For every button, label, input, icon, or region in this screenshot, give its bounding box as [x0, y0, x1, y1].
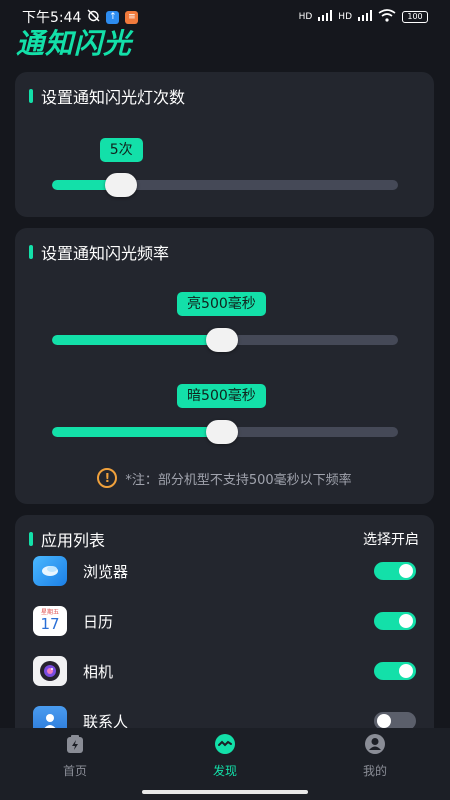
network-label: HD	[338, 12, 352, 22]
app-row-calendar[interactable]: 星期五 17 日历	[33, 605, 416, 637]
dark-duration-slider[interactable]: 暗500毫秒	[52, 384, 398, 444]
flash-count-track[interactable]	[52, 180, 398, 190]
app-list-card: 应用列表 选择开启 浏览器 星期五 17 日历 相机 联系人	[15, 515, 434, 755]
toggle-knob	[399, 664, 413, 678]
calendar-icon-day: 17	[40, 615, 60, 633]
title-accent-bar	[29, 245, 33, 259]
frequency-note-text: *注：部分机型不支持500毫秒以下频率	[125, 472, 352, 488]
bright-duration-fill	[52, 335, 222, 345]
home-indicator	[142, 790, 308, 794]
flash-count-knob[interactable]	[105, 173, 138, 197]
nav-profile[interactable]: 我的	[300, 728, 450, 800]
status-right: HD HD 100	[299, 9, 428, 25]
flash-count-card: 设置通知闪光灯次数 5次	[15, 72, 434, 217]
wifi-icon	[378, 9, 396, 25]
profile-icon	[365, 734, 385, 754]
toggle-knob	[399, 614, 413, 628]
dark-duration-knob[interactable]	[205, 420, 238, 444]
flash-count-slider[interactable]: 5次	[52, 138, 398, 198]
warning-icon: !	[97, 468, 118, 488]
browser-icon	[33, 556, 67, 586]
flash-frequency-card: 设置通知闪光频率 亮500毫秒 暗500毫秒 ! *注：部分机型不支持500毫秒…	[15, 228, 434, 504]
flash-frequency-title-text: 设置通知闪光频率	[41, 244, 170, 263]
app-toggle[interactable]	[374, 562, 416, 580]
signal-icon	[318, 10, 333, 24]
flash-frequency-title: 设置通知闪光频率	[29, 240, 169, 264]
app-name: 日历	[83, 612, 114, 631]
nav-discover-label: 发现	[212, 764, 237, 778]
app-list-title-text: 应用列表	[41, 531, 106, 550]
toggle-knob	[399, 564, 413, 578]
dark-duration-fill	[52, 427, 222, 437]
dark-duration-bubble: 暗500毫秒	[177, 384, 266, 408]
title-accent-bar	[29, 532, 33, 546]
flash-count-title: 设置通知闪光灯次数	[29, 84, 185, 108]
app-name: 相机	[83, 662, 114, 681]
app-title: 通知闪光	[16, 27, 133, 60]
network-label: HD	[298, 12, 313, 22]
calendar-icon: 星期五 17	[33, 606, 67, 636]
battery-icon: 100	[402, 11, 428, 23]
app-name: 浏览器	[83, 562, 129, 581]
discover-icon	[215, 734, 235, 754]
title-accent-bar	[29, 89, 33, 103]
frequency-note: ! *注：部分机型不支持500毫秒以下频率	[15, 468, 434, 488]
home-icon	[67, 735, 83, 753]
bright-duration-slider[interactable]: 亮500毫秒	[52, 292, 398, 352]
signal-icon	[358, 10, 372, 24]
bright-duration-bubble: 亮500毫秒	[177, 292, 266, 316]
flash-count-value-bubble: 5次	[99, 138, 143, 162]
app-toggle[interactable]	[374, 662, 416, 680]
select-enable-button[interactable]: 选择开启	[363, 529, 419, 549]
app-list-title: 应用列表	[29, 527, 105, 551]
nav-home-label: 首页	[62, 764, 87, 778]
nav-profile-label: 我的	[362, 764, 387, 778]
toggle-knob	[377, 714, 391, 728]
bright-duration-knob[interactable]	[205, 328, 238, 352]
flash-count-title-text: 设置通知闪光灯次数	[41, 88, 186, 107]
app-row-browser[interactable]: 浏览器	[33, 555, 416, 587]
nav-home[interactable]: 首页	[0, 728, 150, 800]
app-row-camera[interactable]: 相机	[33, 655, 416, 687]
camera-icon	[33, 656, 67, 686]
app-toggle[interactable]	[374, 612, 416, 630]
